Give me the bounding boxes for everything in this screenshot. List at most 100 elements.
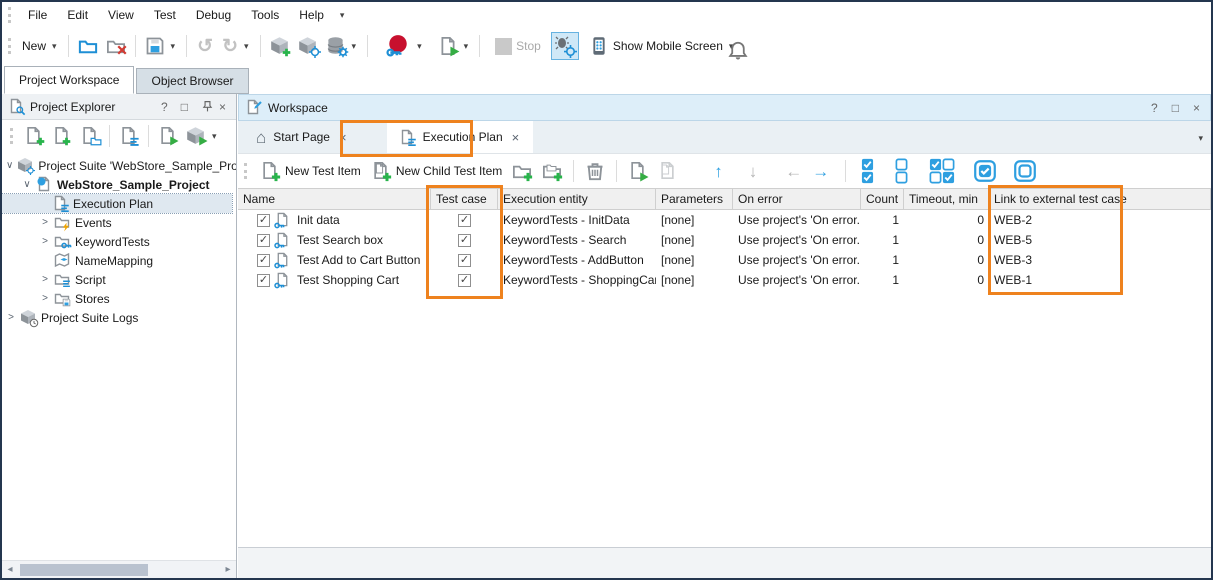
tree-item-namemapping[interactable]: NameMapping bbox=[2, 251, 236, 270]
uncheck-selected-button[interactable] bbox=[1010, 157, 1040, 185]
count-cell[interactable]: 1 bbox=[861, 213, 904, 227]
maximize-icon[interactable]: □ bbox=[177, 100, 192, 114]
column-header-execution-entity[interactable]: Execution entity bbox=[498, 189, 656, 209]
timeout-cell[interactable]: 0 bbox=[904, 213, 989, 227]
help-icon[interactable]: ? bbox=[1147, 101, 1162, 115]
object-spy-button[interactable] bbox=[294, 32, 322, 60]
menu-edit[interactable]: Edit bbox=[57, 4, 98, 26]
pin-icon[interactable] bbox=[197, 100, 210, 113]
menu-overflow-icon[interactable]: ▾ bbox=[334, 10, 351, 21]
undo-button[interactable]: ↺ bbox=[192, 32, 218, 60]
debug-mode-button[interactable] bbox=[551, 32, 579, 60]
show-report-button[interactable] bbox=[654, 157, 682, 185]
menu-debug[interactable]: Debug bbox=[186, 4, 241, 26]
new-group-button[interactable] bbox=[508, 157, 536, 185]
menu-tools[interactable]: Tools bbox=[241, 4, 289, 26]
open-file-button[interactable] bbox=[74, 32, 102, 60]
tree-item-events[interactable]: > Events bbox=[2, 213, 236, 232]
menu-view[interactable]: View bbox=[98, 4, 144, 26]
on-error-cell[interactable]: Use project's 'On error... bbox=[733, 233, 861, 247]
horizontal-scrollbar[interactable]: ◂ ▸ bbox=[2, 560, 236, 578]
maximize-icon[interactable]: □ bbox=[1168, 101, 1183, 115]
add-object-button[interactable] bbox=[266, 32, 294, 60]
on-error-cell[interactable]: Use project's 'On error... bbox=[733, 273, 861, 287]
add-existing-item-button[interactable] bbox=[76, 122, 104, 150]
close-icon[interactable]: × bbox=[215, 100, 230, 114]
toolbar-grip[interactable] bbox=[10, 128, 15, 144]
toolbar-grip[interactable] bbox=[8, 7, 13, 23]
expander-icon[interactable]: > bbox=[40, 293, 50, 304]
on-error-cell[interactable]: Use project's 'On error... bbox=[733, 253, 861, 267]
toolbar-grip[interactable] bbox=[8, 38, 13, 54]
row-enabled-checkbox[interactable]: ✓ bbox=[257, 274, 270, 287]
tree-item-project[interactable]: ∨ WebStore_Sample_Project bbox=[2, 175, 236, 194]
tree-item-project-suite-logs[interactable]: > Project Suite Logs bbox=[2, 308, 236, 327]
new-button[interactable]: New▾ bbox=[18, 32, 63, 60]
close-icon[interactable]: × bbox=[1189, 101, 1204, 115]
run-project-suite-button[interactable]: ▾ bbox=[182, 122, 223, 150]
column-header-name[interactable]: Name bbox=[238, 189, 431, 209]
parameters-cell[interactable]: [none] bbox=[656, 253, 733, 267]
menu-test[interactable]: Test bbox=[144, 4, 186, 26]
data-generator-button[interactable]: ▾ bbox=[322, 32, 363, 60]
tree-item-execution-plan[interactable]: Execution Plan bbox=[2, 194, 232, 213]
column-header-parameters[interactable]: Parameters bbox=[656, 189, 733, 209]
timeout-cell[interactable]: 0 bbox=[904, 273, 989, 287]
execution-entity-cell[interactable]: KeywordTests - ShoppingCart bbox=[498, 273, 656, 287]
uncheck-all-button[interactable] bbox=[891, 157, 913, 185]
stop-button[interactable]: Stop bbox=[491, 32, 545, 60]
new-child-group-button[interactable] bbox=[538, 157, 566, 185]
row-enabled-checkbox[interactable]: ✓ bbox=[257, 214, 270, 227]
redo-button[interactable]: ↻▾ bbox=[218, 32, 254, 60]
menu-file[interactable]: File bbox=[18, 4, 57, 26]
run-project-button[interactable] bbox=[154, 122, 182, 150]
tree-item-script[interactable]: > Script bbox=[2, 270, 236, 289]
row-enabled-checkbox[interactable]: ✓ bbox=[257, 234, 270, 247]
new-test-item-button[interactable]: New Test Item bbox=[256, 157, 365, 185]
expander-icon[interactable]: ∨ bbox=[6, 160, 13, 171]
toolbar-grip[interactable] bbox=[244, 163, 249, 179]
expander-icon[interactable]: ∨ bbox=[22, 179, 32, 190]
expander-icon[interactable]: > bbox=[40, 236, 50, 247]
add-new-project-button[interactable] bbox=[20, 122, 48, 150]
row-enabled-checkbox[interactable]: ✓ bbox=[257, 254, 270, 267]
expander-icon[interactable]: > bbox=[6, 312, 16, 323]
tree-item-project-suite[interactable]: ∨ Project Suite 'WebStore_Sample_Proje bbox=[2, 156, 236, 175]
tree-item-keywordtests[interactable]: > KeywordTests bbox=[2, 232, 236, 251]
record-button[interactable]: ▾ bbox=[381, 32, 428, 60]
close-icon[interactable]: × bbox=[510, 130, 522, 145]
tree-item-stores[interactable]: > Stores bbox=[2, 289, 236, 308]
move-up-button[interactable]: ↑ bbox=[710, 157, 727, 185]
execution-entity-cell[interactable]: KeywordTests - AddButton bbox=[498, 253, 656, 267]
indent-button[interactable]: → bbox=[808, 157, 833, 185]
outdent-button[interactable]: ← bbox=[781, 157, 806, 185]
parameters-cell[interactable]: [none] bbox=[656, 233, 733, 247]
close-file-button[interactable] bbox=[102, 32, 130, 60]
help-icon[interactable]: ? bbox=[157, 100, 172, 114]
count-cell[interactable]: 1 bbox=[861, 233, 904, 247]
show-mobile-screen-button[interactable]: Show Mobile Screen ▾ bbox=[585, 32, 740, 60]
tab-object-browser[interactable]: Object Browser bbox=[136, 68, 248, 94]
scroll-right-icon[interactable]: ▸ bbox=[220, 564, 236, 575]
parameters-cell[interactable]: [none] bbox=[656, 273, 733, 287]
on-error-cell[interactable]: Use project's 'On error... bbox=[733, 213, 861, 227]
tab-list-chevron-icon[interactable]: ▾ bbox=[1198, 133, 1203, 144]
timeout-cell[interactable]: 0 bbox=[904, 253, 989, 267]
scrollbar-thumb[interactable] bbox=[20, 564, 148, 576]
execution-entity-cell[interactable]: KeywordTests - InitData bbox=[498, 213, 656, 227]
run-test-button[interactable]: ▾ bbox=[434, 32, 475, 60]
menu-help[interactable]: Help bbox=[289, 4, 334, 26]
timeout-cell[interactable]: 0 bbox=[904, 233, 989, 247]
save-button[interactable]: ▾ bbox=[141, 32, 182, 60]
move-down-button[interactable]: ↓ bbox=[745, 157, 762, 185]
new-child-test-item-button[interactable]: New Child Test Item bbox=[367, 157, 506, 185]
check-selected-button[interactable] bbox=[970, 157, 1000, 185]
column-header-timeout[interactable]: Timeout, min bbox=[904, 189, 989, 209]
check-all-button[interactable] bbox=[857, 157, 879, 185]
tab-project-workspace[interactable]: Project Workspace bbox=[4, 66, 134, 94]
count-cell[interactable]: 1 bbox=[861, 253, 904, 267]
scroll-left-icon[interactable]: ◂ bbox=[2, 564, 18, 575]
organize-test-items-button[interactable] bbox=[115, 122, 143, 150]
expander-icon[interactable]: > bbox=[40, 217, 50, 228]
parameters-cell[interactable]: [none] bbox=[656, 213, 733, 227]
